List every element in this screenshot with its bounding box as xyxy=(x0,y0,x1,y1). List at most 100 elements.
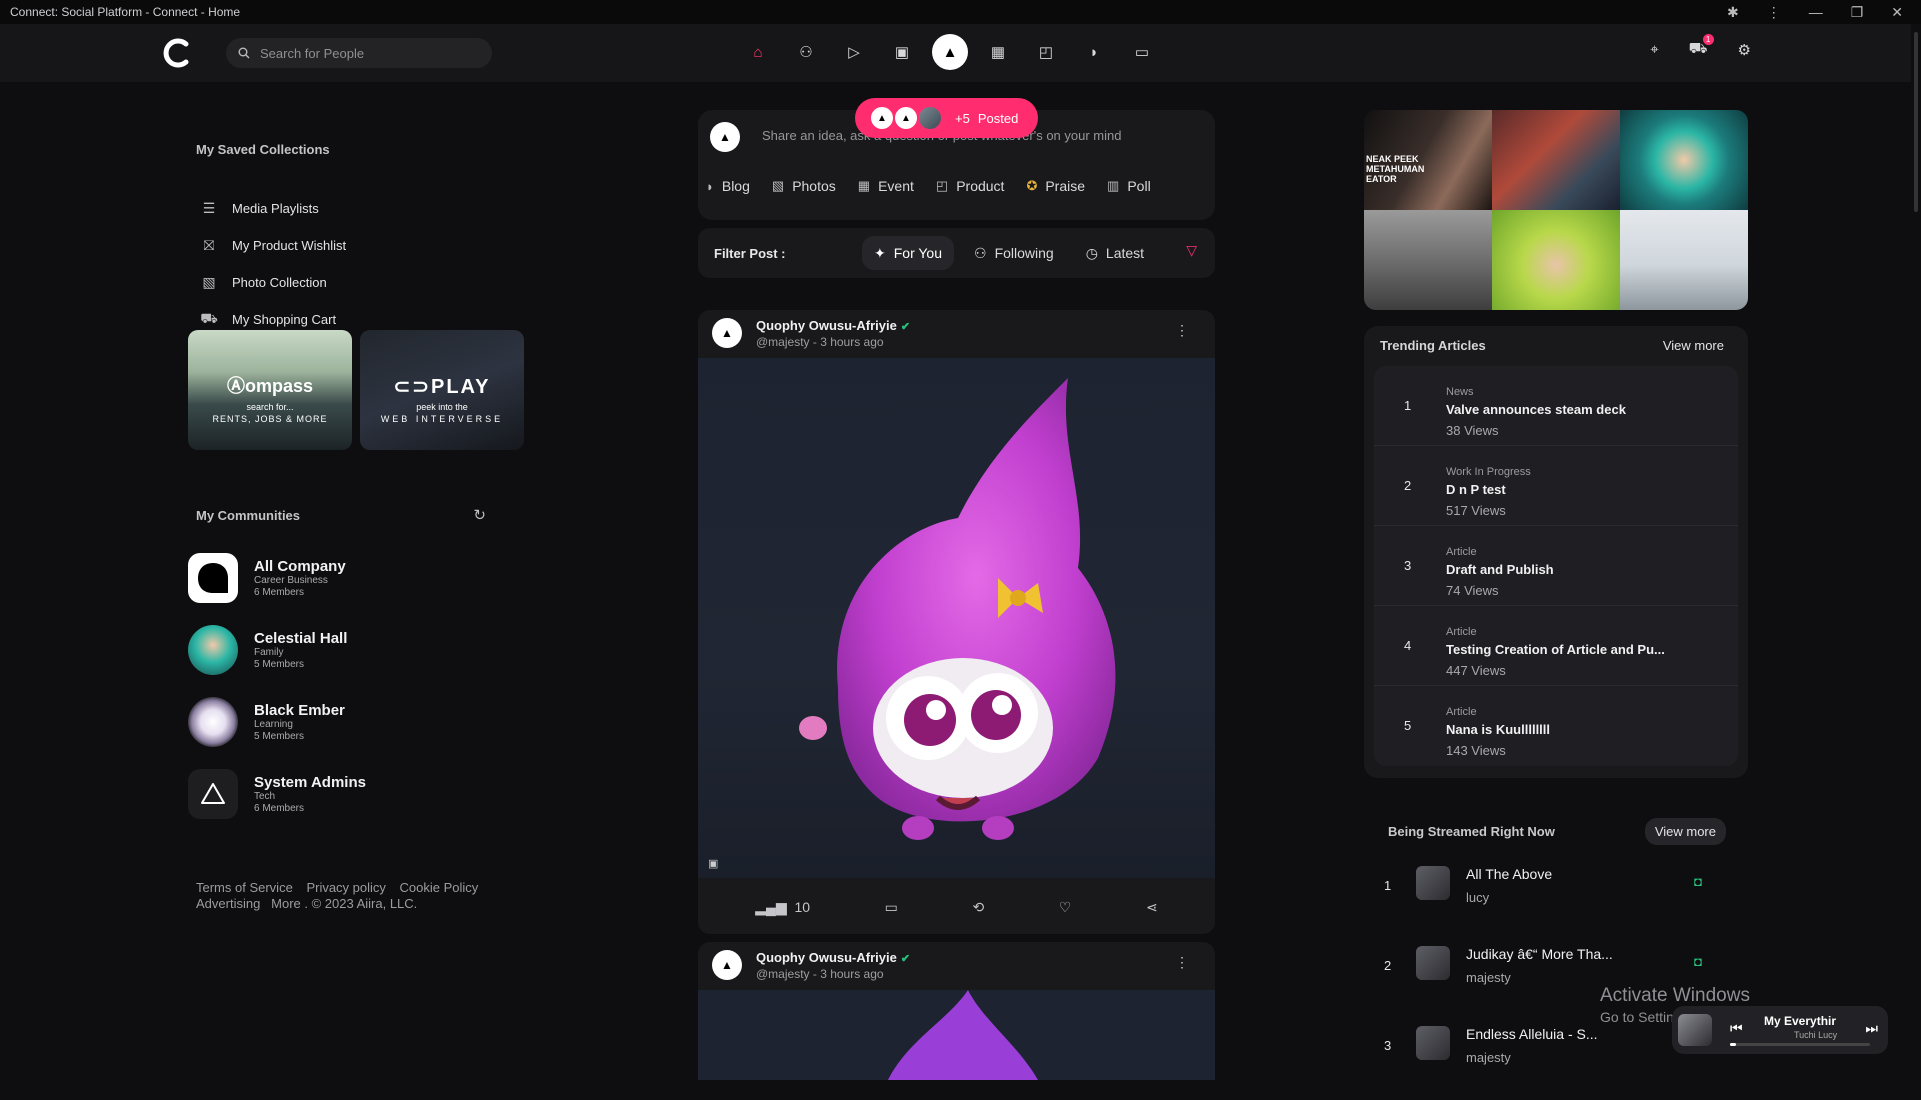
trending-article-title: D n P test xyxy=(1446,482,1506,497)
post-type-praise[interactable]: ✪ Praise xyxy=(1026,178,1085,194)
post-type-poll[interactable]: ▥ Poll xyxy=(1107,178,1151,194)
share-icon[interactable]: ⋖ xyxy=(1146,899,1158,916)
filter-latest[interactable]: ◷ Latest xyxy=(1074,236,1156,270)
image-icon: ▧ xyxy=(771,178,785,193)
post-type-blog[interactable]: ◗ Blog xyxy=(706,178,750,194)
gallery-photo-1[interactable]: NEAK PEEK METAHUMAN EATOR xyxy=(1364,110,1492,210)
community-members: 5 Members xyxy=(254,658,305,670)
trending-views: 517 Views xyxy=(1446,503,1506,518)
collection-media-playlists[interactable]: ☰ Media Playlists xyxy=(188,190,488,227)
more-icon[interactable]: ⋮ xyxy=(1175,322,1189,339)
trending-views: 143 Views xyxy=(1446,743,1506,758)
community-celestial-hall[interactable]: Celestial Hall Family 5 Members xyxy=(188,614,508,686)
post-type-event[interactable]: ▦ Event xyxy=(858,178,914,194)
filter-following[interactable]: ⚇ Following xyxy=(962,236,1066,270)
gallery-photo-3[interactable] xyxy=(1620,110,1748,210)
collection-product-wishlist[interactable]: ⛝ My Product Wishlist xyxy=(188,227,488,264)
author-avatar[interactable]: ▲ xyxy=(712,318,742,348)
nav-rss-icon[interactable]: ◗ xyxy=(1076,34,1112,70)
settings-icon[interactable]: ⚙ xyxy=(1738,41,1751,59)
cart-icon[interactable]: ⛟ 1 xyxy=(1689,34,1714,59)
post-image[interactable]: ▣ xyxy=(698,358,1215,878)
stats-icon: ▂▄▆ xyxy=(755,898,787,915)
comment-icon[interactable]: ▭ xyxy=(885,899,898,916)
trending-articles-panel: Trending Articles View more 1 News Valve… xyxy=(1364,326,1748,778)
nav-calendar-icon[interactable]: ▦ xyxy=(980,34,1016,70)
bookmark-icon[interactable]: ◘ xyxy=(1694,874,1702,889)
search-icon xyxy=(238,47,250,59)
community-name: Celestial Hall xyxy=(254,629,348,647)
trending-list: 1 News Valve announces steam deck 38 Vie… xyxy=(1374,366,1738,766)
menu-icon[interactable]: ⋮ xyxy=(1767,4,1781,21)
cookie-link[interactable]: Cookie Policy xyxy=(400,880,479,895)
user-avatar: ▲ xyxy=(710,122,740,152)
collection-photo[interactable]: ▧ Photo Collection xyxy=(188,264,488,301)
trending-item[interactable]: 5 Article Nana is Kuullllllll 143 Views xyxy=(1374,686,1738,766)
gallery-photo-6[interactable] xyxy=(1620,210,1748,310)
views-stat[interactable]: ▂▄▆ 10 xyxy=(755,899,810,916)
trending-view-more[interactable]: View more xyxy=(1663,338,1724,353)
nav-image-icon[interactable]: ▣ xyxy=(884,34,920,70)
previous-track-icon[interactable]: ⏮ xyxy=(1730,1020,1743,1037)
app-logo[interactable] xyxy=(160,36,194,70)
community-system-admins[interactable]: System Admins Tech 6 Members xyxy=(188,758,508,830)
bookmark-icon[interactable]: ◘ xyxy=(1694,954,1702,969)
restore-button[interactable]: ❐ xyxy=(1851,4,1864,21)
streams-view-more[interactable]: View more xyxy=(1644,818,1726,845)
author-avatar[interactable]: ▲ xyxy=(712,950,742,980)
stream-item[interactable]: 1 All The Above lucy ◘ xyxy=(1382,860,1732,940)
vr-headset-icon: ⊂⊃ xyxy=(393,376,431,398)
trending-item[interactable]: 3 Article Draft and Publish 74 Views xyxy=(1374,526,1738,606)
privacy-link[interactable]: Privacy policy xyxy=(306,880,385,895)
post-image[interactable] xyxy=(698,990,1215,1080)
like-icon[interactable]: ♡ xyxy=(1059,899,1072,916)
location-icon[interactable]: ⌖ xyxy=(1650,41,1658,58)
award-icon: ✪ xyxy=(1026,178,1038,193)
funnel-icon[interactable]: ▽ xyxy=(1186,242,1197,259)
gallery-photo-4[interactable] xyxy=(1364,210,1492,310)
post-type-photos[interactable]: ▧ Photos xyxy=(772,178,836,194)
nav-profile-icon[interactable]: ▲ xyxy=(932,34,968,70)
nav-play-icon[interactable]: ▷ xyxy=(836,34,872,70)
refresh-icon[interactable]: ↻ xyxy=(473,506,486,524)
trending-item[interactable]: 4 Article Testing Creation of Article an… xyxy=(1374,606,1738,686)
community-all-company[interactable]: All Company Career Business 6 Members xyxy=(188,542,508,614)
posted-label: Posted xyxy=(977,110,1019,126)
post-type-product[interactable]: ◰ Product xyxy=(936,178,1005,194)
posted-indicator[interactable]: ▲ ▲ +5 Posted xyxy=(855,98,1038,138)
nav-message-icon[interactable]: ▭ xyxy=(1124,34,1160,70)
player-progress[interactable] xyxy=(1730,1043,1870,1046)
trending-item[interactable]: 1 News Valve announces steam deck 38 Vie… xyxy=(1374,366,1738,446)
terms-link[interactable]: Terms of Service xyxy=(196,880,293,895)
community-black-ember[interactable]: Black Ember Learning 5 Members xyxy=(188,686,508,758)
nav-bag-icon[interactable]: ◰ xyxy=(1028,34,1064,70)
trending-article-title: Testing Creation of Article and Pu... xyxy=(1446,642,1665,657)
close-button[interactable]: ✕ xyxy=(1891,4,1903,21)
stream-title: All The Above xyxy=(1466,866,1553,882)
play-promo-card[interactable]: ⊂⊃PLAY peek into the WEB INTERVERSE xyxy=(360,330,524,450)
poster-avatar xyxy=(917,105,943,131)
nav-users-icon[interactable]: ⚇ xyxy=(788,34,824,70)
next-track-icon[interactable]: ⏭ xyxy=(1865,1020,1878,1037)
gallery-photo-5[interactable] xyxy=(1492,210,1620,310)
community-members: 5 Members xyxy=(254,730,305,742)
saved-collections-title: My Saved Collections xyxy=(196,142,330,157)
communities-title: My Communities xyxy=(196,507,301,523)
gallery-photo-2[interactable] xyxy=(1492,110,1620,210)
search-input[interactable] xyxy=(260,45,480,61)
author-name[interactable]: Quophy Owusu-Afriyie ✔ xyxy=(756,318,910,333)
author-name[interactable]: Quophy Owusu-Afriyie ✔ xyxy=(756,950,910,965)
trending-item[interactable]: 2 Work In Progress D n P test 517 Views xyxy=(1374,446,1738,526)
more-icon[interactable]: ⋮ xyxy=(1175,954,1189,971)
filter-for-you[interactable]: ✦ For You xyxy=(862,236,954,270)
page-scrollbar[interactable] xyxy=(1911,24,1921,1080)
minimize-button[interactable]: — xyxy=(1809,4,1823,20)
extensions-icon[interactable]: ✱ xyxy=(1727,4,1739,21)
nav-home-icon[interactable]: ⌂ xyxy=(740,34,776,70)
trending-rank: 2 xyxy=(1404,478,1412,493)
verified-icon: ✔ xyxy=(900,321,911,333)
compass-promo-card[interactable]: Ⓐompass search for... RENTS, JOBS & MORE xyxy=(188,330,352,450)
repost-icon[interactable]: ⟲ xyxy=(972,899,984,916)
community-avatar xyxy=(188,697,238,747)
search-box[interactable] xyxy=(226,38,492,68)
